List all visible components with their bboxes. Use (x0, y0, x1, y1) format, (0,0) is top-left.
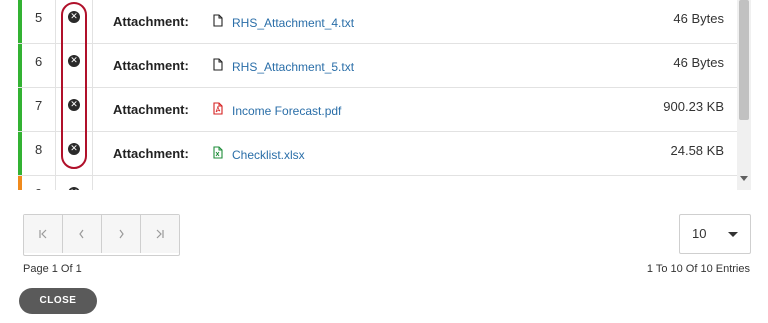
row-number: 9 (22, 176, 56, 190)
close-circle-icon[interactable]: ✕ (68, 187, 80, 190)
close-button[interactable]: CLOSE (19, 288, 97, 314)
row-label: Attachment: (113, 14, 189, 29)
attachment-link[interactable]: RHS_Attachment_5.txt (232, 60, 354, 74)
document-icon (213, 14, 223, 27)
row-label: Attachment: (113, 58, 189, 73)
last-page-icon (156, 229, 164, 239)
table-row[interactable]: 7 ✕ Attachment: Income Forecast.pdf 900.… (18, 88, 738, 132)
previous-page-button[interactable] (63, 215, 102, 253)
close-circle-icon[interactable]: ✕ (68, 55, 80, 67)
previous-page-icon (79, 229, 84, 239)
attachment-link[interactable]: Checklist.xlsx (232, 148, 305, 162)
attachments-table: 5 ✕ Attachment: RHS_Attachment_4.txt 46 … (18, 0, 738, 190)
page-size-select[interactable]: 10 (679, 214, 751, 254)
document-icon (213, 58, 223, 71)
table-row[interactable]: 9 ✕ (18, 176, 738, 190)
row-label: Attachment: (113, 146, 189, 161)
scrollbar-thumb[interactable] (739, 0, 749, 120)
next-page-icon (119, 229, 124, 239)
attachment-link[interactable]: RHS_Attachment_4.txt (232, 16, 354, 30)
pdf-icon (213, 102, 223, 115)
page-info: Page 1 Of 1 (23, 263, 82, 275)
entries-info: 1 To 10 Of 10 Entries (646, 263, 750, 275)
pagination-controls (23, 214, 180, 256)
row-number: 7 (22, 88, 56, 131)
table-row[interactable]: 8 ✕ Attachment: Checklist.xlsx 24.58 KB (18, 132, 738, 176)
next-page-button[interactable] (102, 215, 141, 253)
row-number: 8 (22, 132, 56, 175)
attachment-link[interactable]: Income Forecast.pdf (232, 104, 341, 118)
remove-cell: ✕ (56, 132, 93, 175)
file-size: 24.58 KB (670, 143, 725, 158)
remove-cell: ✕ (56, 88, 93, 131)
close-circle-icon[interactable]: ✕ (68, 11, 80, 23)
close-circle-icon[interactable]: ✕ (68, 99, 80, 111)
chevron-down-icon (728, 232, 738, 237)
excel-icon (213, 146, 223, 159)
table-row[interactable]: 6 ✕ Attachment: RHS_Attachment_5.txt 46 … (18, 44, 738, 88)
vertical-scrollbar[interactable] (737, 0, 751, 190)
scroll-down-arrow-icon[interactable] (740, 176, 748, 181)
file-size: 46 Bytes (673, 55, 724, 70)
row-number: 6 (22, 44, 56, 87)
first-page-button[interactable] (24, 215, 63, 253)
close-circle-icon[interactable]: ✕ (68, 143, 80, 155)
table-rows: 5 ✕ Attachment: RHS_Attachment_4.txt 46 … (18, 0, 738, 190)
remove-cell: ✕ (56, 44, 93, 87)
remove-cell: ✕ (56, 176, 93, 190)
row-number: 5 (22, 0, 56, 43)
file-size: 46 Bytes (673, 11, 724, 26)
first-page-icon (39, 229, 47, 239)
file-size: 900.23 KB (663, 99, 724, 114)
row-label: Attachment: (113, 102, 189, 117)
last-page-button[interactable] (141, 215, 179, 253)
remove-cell: ✕ (56, 0, 93, 43)
page-size-value: 10 (692, 226, 707, 241)
table-row[interactable]: 5 ✕ Attachment: RHS_Attachment_4.txt 46 … (18, 0, 738, 44)
